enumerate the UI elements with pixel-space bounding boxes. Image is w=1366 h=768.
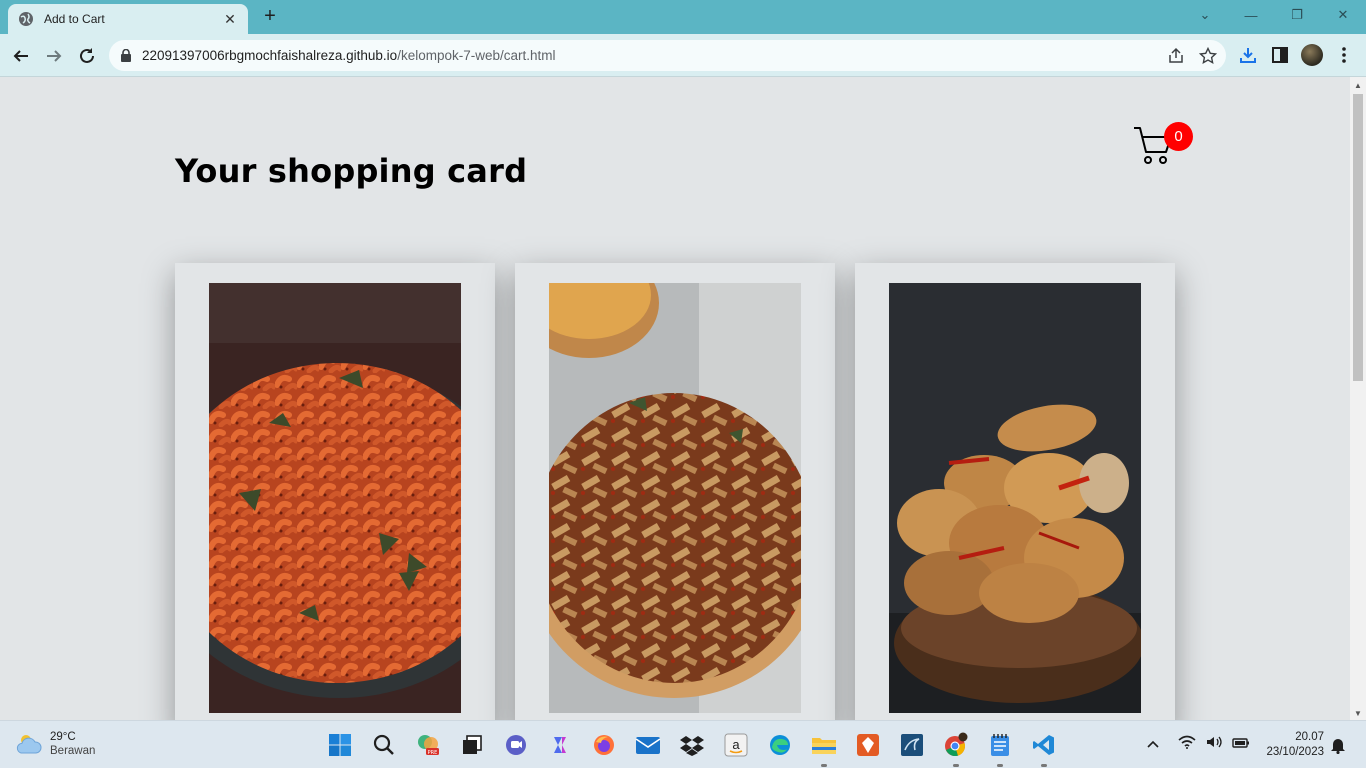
windows-taskbar: 29°C Berawan PRE a 20.07 23/10/2023 (0, 720, 1366, 768)
scroll-thumb[interactable] (1353, 94, 1363, 381)
close-window-button[interactable]: ✕ (1320, 0, 1366, 30)
cloud-icon (16, 735, 42, 754)
copilot-icon[interactable]: PRE (406, 729, 450, 761)
start-icon[interactable] (318, 729, 362, 761)
running-indicator (997, 764, 1003, 767)
clock-date: 23/10/2023 (1266, 746, 1324, 758)
url-host: 22091397006rbgmochfaishalreza.github.io (142, 48, 398, 63)
back-arrow-icon (13, 50, 28, 62)
page-title: Your shopping card (175, 152, 528, 190)
temperature: 29°C (50, 731, 76, 743)
back-button[interactable] (8, 43, 34, 69)
tab-search-icon[interactable]: ⌄ (1182, 0, 1228, 30)
chevron-up-icon[interactable] (1146, 736, 1160, 754)
task-view-icon[interactable] (450, 729, 494, 761)
clock-time: 20.07 (1295, 731, 1324, 743)
url-path: /kelompok-7-web/cart.html (397, 48, 556, 63)
restore-button[interactable]: ❐ (1274, 0, 1320, 30)
chrome-icon[interactable] (934, 729, 978, 767)
notepad-icon[interactable] (978, 729, 1022, 767)
clock[interactable]: 20.07 23/10/2023 (1258, 730, 1324, 760)
product-card[interactable] (515, 263, 835, 720)
notification-bell-icon[interactable] (1330, 736, 1346, 759)
file-explorer-icon[interactable] (802, 729, 846, 767)
address-bar[interactable]: 22091397006rbgmochfaishalreza.github.io/… (109, 40, 1226, 71)
amazon-icon[interactable]: a (714, 729, 758, 761)
running-indicator (821, 764, 827, 767)
taskbar-apps: PRE a (318, 729, 1066, 767)
teams-icon[interactable] (494, 729, 538, 761)
minimize-button[interactable]: — (1228, 0, 1274, 30)
office-icon[interactable] (846, 729, 890, 761)
forward-button[interactable] (41, 43, 67, 69)
tab-strip: Add to Cart ✕ + ⌄ — ❐ ✕ (0, 0, 1366, 34)
battery-icon[interactable] (1232, 736, 1250, 754)
profile-avatar[interactable] (1301, 44, 1323, 66)
running-indicator (953, 764, 959, 767)
scroll-up-icon[interactable]: ▲ (1354, 81, 1362, 90)
volume-icon[interactable] (1206, 735, 1222, 754)
menu-icon[interactable] (1334, 45, 1354, 65)
vscode-icon[interactable] (1022, 729, 1066, 767)
product-card[interactable] (855, 263, 1175, 720)
cart-count-badge: 0 (1164, 122, 1193, 151)
svg-text:PRE: PRE (428, 750, 438, 756)
wifi-icon[interactable] (1178, 735, 1196, 754)
share-icon[interactable] (1167, 47, 1185, 65)
tab-close-icon[interactable]: ✕ (222, 11, 238, 27)
bookmark-star-icon[interactable] (1199, 47, 1217, 65)
product-card[interactable] (175, 263, 495, 720)
edge-icon[interactable] (758, 729, 802, 761)
system-tray (1146, 735, 1260, 754)
scroll-down-icon[interactable]: ▼ (1354, 709, 1362, 718)
lock-icon (121, 49, 131, 62)
weather-text: 29°C Berawan (50, 730, 95, 758)
mail-icon[interactable] (626, 729, 670, 761)
tab-add-to-cart[interactable]: Add to Cart ✕ (8, 4, 248, 34)
side-panel-icon[interactable] (1270, 45, 1290, 65)
reload-icon (80, 48, 94, 63)
page-content: Your shopping card 0 (0, 77, 1350, 720)
copilot-app-icon[interactable] (538, 729, 582, 761)
mysql-icon[interactable] (890, 729, 934, 761)
window-controls: ⌄ — ❐ ✕ (1182, 0, 1366, 30)
new-tab-button[interactable]: + (259, 6, 281, 28)
weather-condition: Berawan (50, 745, 96, 757)
tab-title: Add to Cart (44, 12, 105, 26)
running-indicator (1041, 764, 1047, 767)
firefox-icon[interactable] (582, 729, 626, 761)
svg-text:a: a (732, 737, 740, 752)
globe-icon (19, 12, 33, 26)
page-scrollbar[interactable]: ▲ ▼ (1350, 77, 1366, 720)
forward-arrow-icon (47, 50, 62, 62)
download-icon[interactable] (1238, 45, 1258, 65)
reload-button[interactable] (74, 43, 100, 69)
product-image-tempeh (549, 283, 801, 713)
weather-widget[interactable]: 29°C Berawan (16, 730, 95, 758)
browser-toolbar: 22091397006rbgmochfaishalreza.github.io/… (0, 34, 1366, 77)
product-image-macaroni (209, 283, 461, 713)
product-image-chips (889, 283, 1141, 713)
dropbox-icon[interactable] (670, 729, 714, 761)
search-icon[interactable] (362, 729, 406, 761)
url-text: 22091397006rbgmochfaishalreza.github.io/… (142, 48, 556, 63)
